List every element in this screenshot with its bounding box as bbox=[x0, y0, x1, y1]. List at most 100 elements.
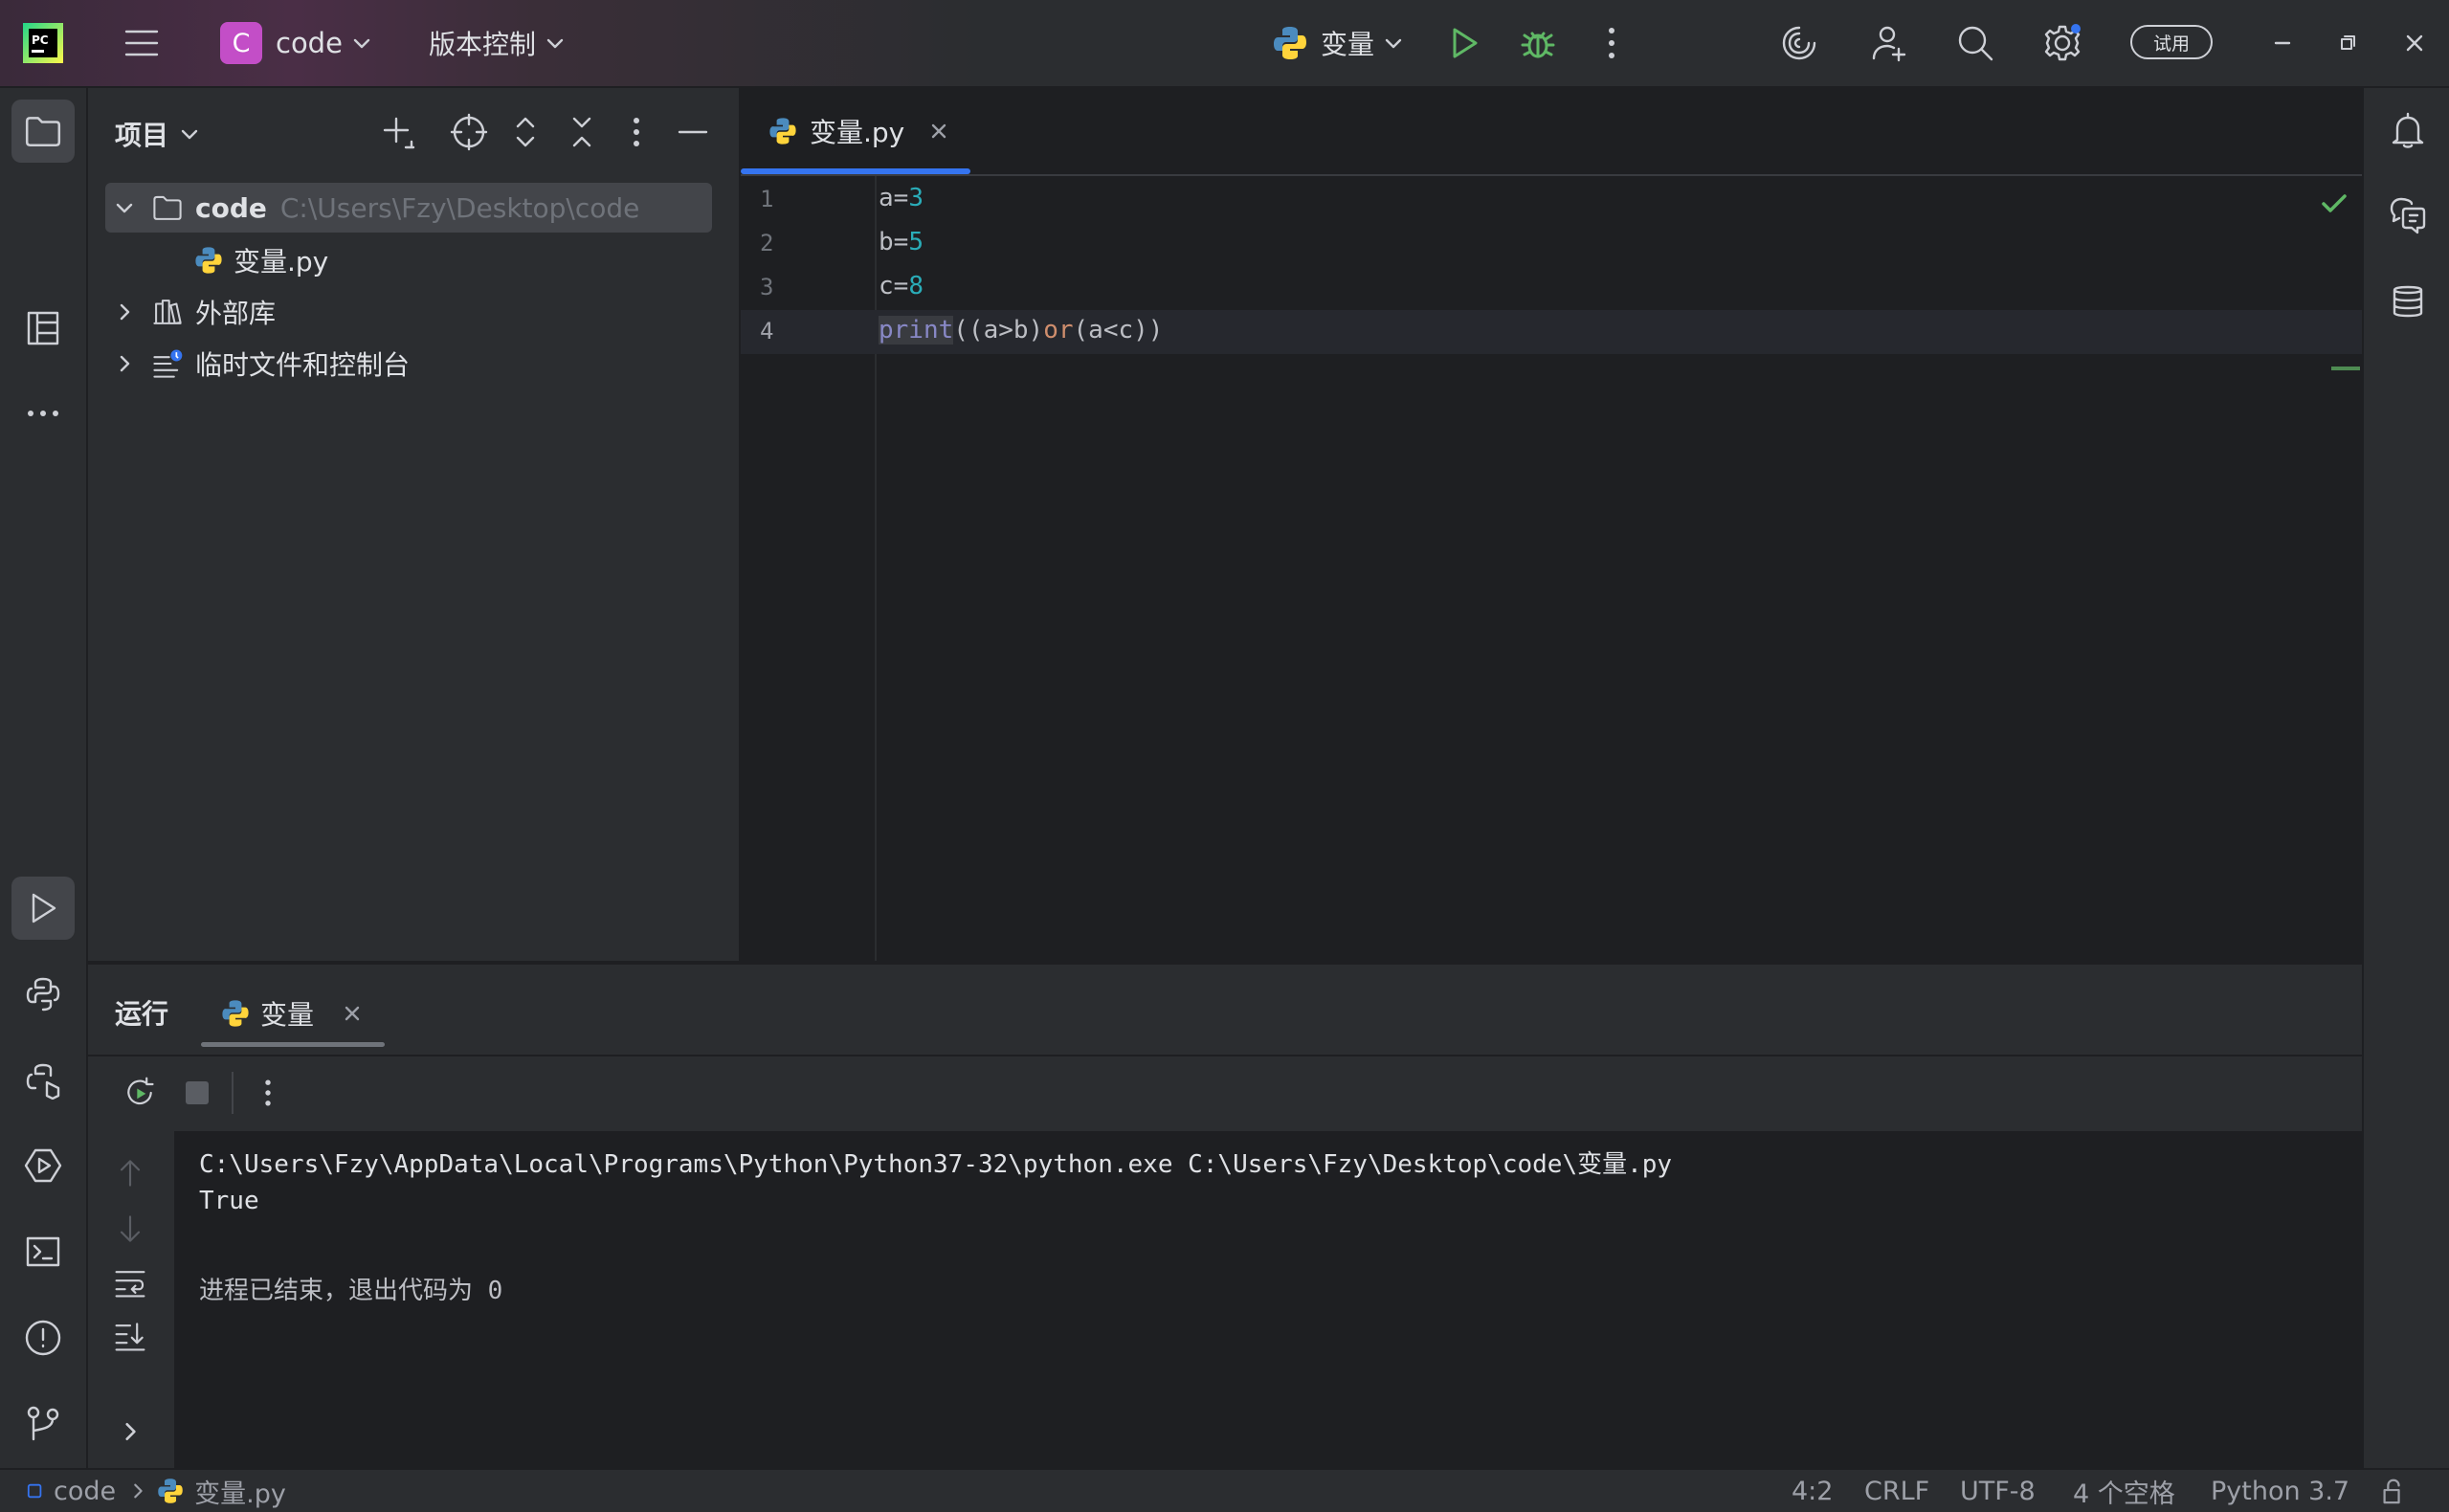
ai-chat-icon[interactable] bbox=[2389, 196, 2427, 234]
python-file-icon bbox=[195, 247, 222, 274]
code-line-1[interactable]: a=3 bbox=[879, 184, 924, 212]
problems-icon[interactable] bbox=[24, 1319, 62, 1357]
toolbar-separator bbox=[232, 1072, 234, 1114]
file-encoding[interactable]: UTF-8 bbox=[1960, 1470, 2036, 1512]
run-icon bbox=[32, 893, 56, 923]
chevron-down-icon[interactable] bbox=[115, 198, 134, 217]
scratches-icon bbox=[153, 349, 183, 378]
close-tab-icon[interactable] bbox=[343, 1004, 362, 1023]
caret-position[interactable]: 4:2 bbox=[1792, 1470, 1833, 1512]
run-tool-window: 运行 变量 C:\Users\Fzy\AppData\Local\Program… bbox=[88, 963, 2362, 1470]
more-tools-icon[interactable] bbox=[24, 394, 62, 433]
left-tool-window-bar bbox=[0, 88, 88, 1468]
scroll-up-icon[interactable] bbox=[113, 1156, 147, 1190]
console-exit-message: 进程已结束，退出代码为 0 bbox=[199, 1277, 503, 1305]
git-icon[interactable] bbox=[24, 1404, 62, 1442]
svg-text:PC: PC bbox=[32, 33, 49, 47]
new-file-icon[interactable] bbox=[379, 113, 417, 151]
tree-item-file[interactable]: 变量.py bbox=[193, 235, 328, 285]
rerun-icon[interactable] bbox=[122, 1076, 157, 1110]
expand-all-icon[interactable] bbox=[506, 113, 545, 151]
project-tool-button[interactable] bbox=[11, 100, 75, 163]
run-tab[interactable]: 变量 bbox=[201, 980, 385, 1047]
status-bar: code 变量.py 4:2 CRLF UTF-8 4 个空格 Python 3… bbox=[0, 1468, 2449, 1512]
code-with-me-icon[interactable] bbox=[1870, 24, 1908, 62]
library-icon bbox=[153, 300, 182, 324]
debug-icon[interactable] bbox=[1519, 24, 1557, 62]
scrollbar-marker[interactable] bbox=[2331, 367, 2360, 370]
python-icon bbox=[222, 1000, 249, 1027]
more-actions-icon[interactable] bbox=[251, 1076, 285, 1110]
run-panel-divider bbox=[88, 1055, 2362, 1056]
restore-window-icon[interactable] bbox=[2333, 29, 2362, 57]
scroll-down-icon[interactable] bbox=[113, 1212, 147, 1246]
python-packages-icon[interactable] bbox=[24, 1061, 62, 1100]
code-line-2[interactable]: b=5 bbox=[879, 228, 924, 256]
external-libs-label: 外部库 bbox=[195, 298, 277, 329]
line-number: 1 bbox=[760, 186, 774, 212]
module-icon bbox=[27, 1483, 42, 1499]
chevron-right-icon[interactable] bbox=[117, 1418, 144, 1445]
file-name: 变量.py bbox=[234, 246, 329, 278]
options-icon[interactable] bbox=[617, 113, 656, 151]
ai-assistant-icon[interactable] bbox=[1780, 24, 1818, 62]
folder-icon bbox=[153, 195, 182, 220]
more-actions-icon[interactable] bbox=[1592, 24, 1631, 62]
console-output-line: True bbox=[199, 1187, 259, 1215]
run-icon[interactable] bbox=[1445, 24, 1483, 62]
stop-icon[interactable] bbox=[180, 1076, 214, 1110]
run-tool-button[interactable] bbox=[11, 877, 75, 940]
structure-icon[interactable] bbox=[24, 309, 62, 347]
pycharm-logo-icon[interactable]: PC bbox=[23, 23, 63, 63]
project-badge: C bbox=[220, 22, 262, 64]
trial-badge[interactable]: 试用 bbox=[2130, 25, 2213, 59]
tree-item-root[interactable]: code C:\Users\Fzy\Desktop\code bbox=[105, 183, 712, 233]
editor-area: 变量.py 1 2 3 4 a=3 b=5 c=8 print((a>b)or(… bbox=[741, 88, 2362, 961]
soft-wrap-icon[interactable] bbox=[113, 1265, 147, 1300]
code-line-3[interactable]: c=8 bbox=[879, 272, 924, 300]
breadcrumb-file[interactable]: 变量.py bbox=[194, 1473, 286, 1510]
project-view-selector[interactable]: 项目 bbox=[115, 113, 199, 155]
file-lock-icon[interactable] bbox=[2379, 1470, 2406, 1512]
tree-item-external-libs[interactable]: 外部库 bbox=[105, 287, 276, 337]
close-window-icon[interactable] bbox=[2400, 29, 2429, 57]
search-icon[interactable] bbox=[1956, 24, 1994, 62]
inspection-ok-check-icon[interactable] bbox=[2320, 189, 2349, 218]
collapse-all-icon[interactable] bbox=[563, 113, 601, 151]
run-console[interactable]: C:\Users\Fzy\AppData\Local\Programs\Pyth… bbox=[174, 1131, 2362, 1470]
main-menu-icon[interactable] bbox=[122, 24, 161, 62]
line-separator[interactable]: CRLF bbox=[1864, 1470, 1929, 1512]
close-tab-icon[interactable] bbox=[929, 122, 948, 141]
scroll-to-end-icon[interactable] bbox=[113, 1319, 147, 1353]
python-icon bbox=[1274, 27, 1306, 59]
editor-tab-active[interactable]: 变量.py bbox=[741, 88, 970, 174]
tree-item-scratches[interactable]: 临时文件和控制台 bbox=[105, 339, 410, 389]
hide-panel-icon[interactable] bbox=[674, 113, 712, 151]
python-interpreter[interactable]: Python 3.7 bbox=[2211, 1470, 2349, 1512]
right-tool-window-bar bbox=[2362, 88, 2449, 1468]
active-tab-indicator bbox=[741, 168, 970, 174]
editor-tabs: 变量.py bbox=[741, 88, 2362, 176]
services-icon[interactable] bbox=[24, 1146, 62, 1185]
terminal-icon[interactable] bbox=[24, 1233, 62, 1271]
vcs-menu[interactable]: 版本控制 bbox=[429, 22, 565, 64]
database-icon[interactable] bbox=[2389, 282, 2427, 321]
settings-gear-icon[interactable] bbox=[2043, 24, 2082, 62]
chevron-down-icon bbox=[181, 129, 198, 140]
code-line-4[interactable]: print((a>b)or(a<c)) bbox=[879, 316, 1163, 345]
locate-file-icon[interactable] bbox=[450, 113, 488, 151]
notifications-bell-icon[interactable] bbox=[2389, 111, 2427, 149]
run-config-selector[interactable]: 变量 bbox=[1271, 22, 1403, 64]
breadcrumb[interactable]: code 变量.py bbox=[27, 1470, 286, 1512]
chevron-right-icon[interactable] bbox=[115, 302, 134, 322]
gutter-divider bbox=[875, 176, 877, 961]
project-switcher[interactable]: C code bbox=[220, 22, 371, 64]
breadcrumb-project[interactable]: code bbox=[54, 1477, 116, 1506]
minimize-window-icon[interactable] bbox=[2268, 29, 2297, 57]
chevron-right-icon[interactable] bbox=[115, 354, 134, 373]
python-console-icon[interactable] bbox=[24, 975, 62, 1013]
root-folder-path: C:\Users\Fzy\Desktop\code bbox=[279, 191, 640, 224]
chevron-down-icon bbox=[1385, 38, 1402, 49]
indent-setting[interactable]: 4 个空格 bbox=[2073, 1470, 2175, 1512]
run-panel-title: 运行 bbox=[115, 998, 169, 1030]
